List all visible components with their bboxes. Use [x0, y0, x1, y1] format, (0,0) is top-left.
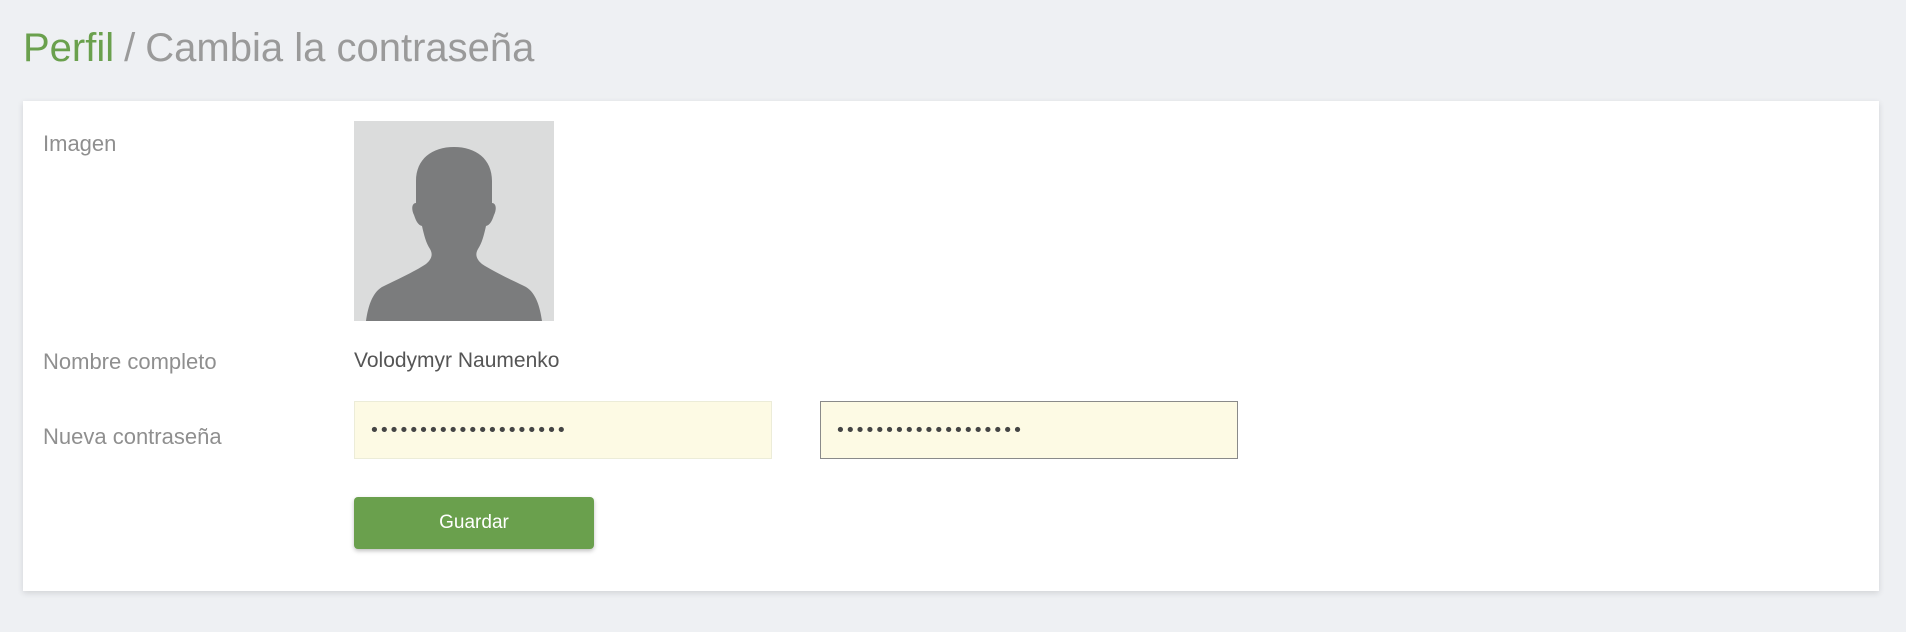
new-password-input[interactable] [354, 401, 772, 459]
new-password-label: Nueva contraseña [43, 424, 222, 449]
confirm-password-input[interactable] [820, 401, 1238, 459]
page-title: Cambia la contraseña [145, 26, 535, 70]
profile-form-card: Imagen Nombre completo Volodymyr Naumenk… [23, 101, 1879, 591]
user-silhouette-icon [366, 147, 542, 321]
avatar [354, 121, 554, 321]
breadcrumb-profile-link[interactable]: Perfil [23, 26, 114, 70]
image-label: Imagen [43, 131, 117, 156]
full-name-value: Volodymyr Naumenko [354, 349, 560, 372]
breadcrumb-separator: / [124, 26, 136, 70]
full-name-label: Nombre completo [43, 349, 217, 374]
save-button[interactable]: Guardar [354, 497, 594, 549]
breadcrumb: Perfil / Cambia la contraseña [23, 22, 534, 74]
